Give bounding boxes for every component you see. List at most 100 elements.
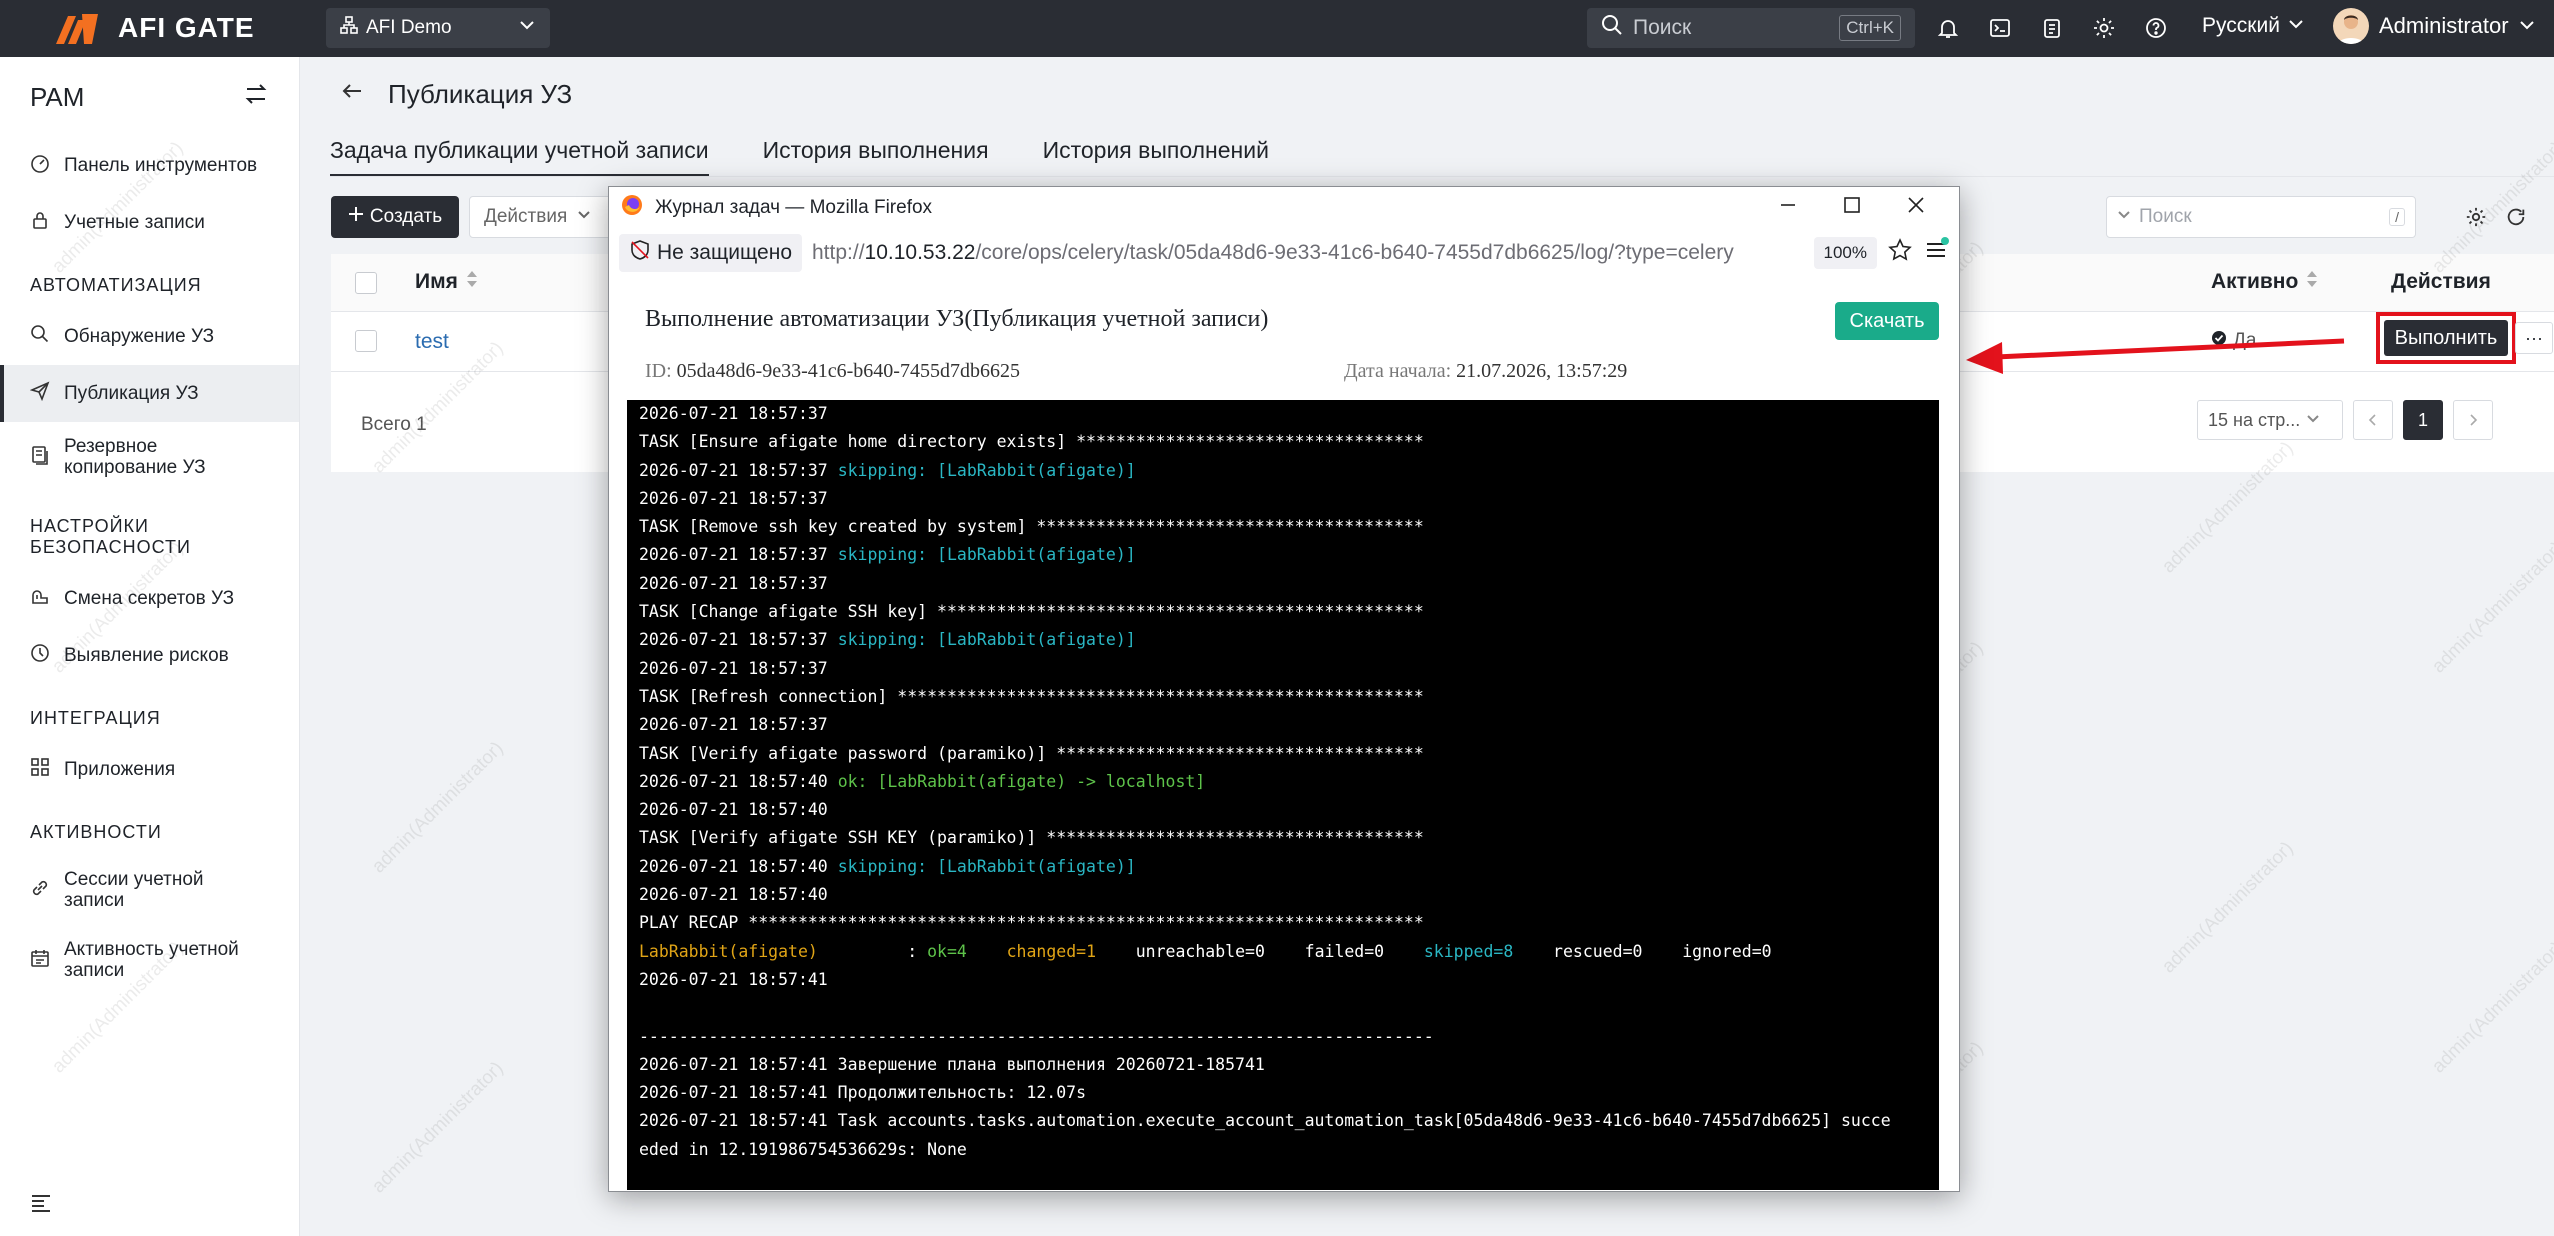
sidebar-item-label: Обнаружение УЗ (64, 325, 215, 347)
column-actions: Действия (2391, 270, 2491, 293)
log-line: eded in 12.191986754536629s: None (639, 1139, 967, 1159)
search-icon (30, 324, 50, 350)
logo[interactable]: AFI GATE (52, 8, 255, 48)
log-line: 2026-07-21 18:57:40 (639, 885, 828, 905)
clipboard-icon[interactable] (2036, 12, 2068, 44)
more-actions-button[interactable]: ··· (2515, 322, 2553, 354)
prev-page-button[interactable] (2353, 400, 2393, 440)
zoom-indicator[interactable]: 100% (1813, 237, 1877, 269)
key-icon (30, 586, 50, 612)
row-name-link[interactable]: test (415, 330, 449, 354)
back-arrow-icon[interactable] (340, 79, 364, 110)
watermark: admin(Administrator) (368, 1057, 508, 1198)
not-secure-indicator[interactable]: Не защищено (619, 234, 802, 272)
select-all-checkbox[interactable] (355, 272, 377, 294)
collapse-menu-icon[interactable] (30, 1192, 52, 1220)
tab-execution-history[interactable]: История выполнения (763, 127, 989, 177)
sidebar-item-backup[interactable]: Резервное копирование УЗ (0, 422, 299, 492)
refresh-icon[interactable] (2501, 202, 2531, 232)
start-date-label: Дата начала: (1344, 360, 1452, 382)
log-line: 2026-07-21 18:57:41 Завершение плана вып… (639, 1054, 1265, 1074)
swap-icon[interactable] (243, 81, 269, 114)
url-path: /core/ops/celery/task/05da48d6-9e33-41c6… (975, 241, 1734, 264)
tab-publication-task[interactable]: Задача публикации учетной записи (330, 127, 709, 177)
close-icon[interactable] (1907, 196, 1925, 220)
help-icon[interactable] (2140, 12, 2172, 44)
chevron-down-icon (2519, 13, 2535, 39)
log-terminal[interactable]: 2026-07-21 18:57:37 TASK [Ensure afigate … (627, 400, 1939, 1190)
terminal-icon[interactable] (1984, 12, 2016, 44)
table-search-input[interactable]: Поиск / (2106, 196, 2416, 238)
firefox-popup-window: Журнал задач — Mozilla Firefox Не защище… (608, 186, 1960, 1192)
tabs-divider (330, 176, 2554, 177)
tab-executions-history[interactable]: История выполнений (1043, 127, 1269, 177)
sidebar-item-publication[interactable]: Публикация УЗ (0, 365, 299, 422)
url-text[interactable]: http://10.10.53.22/core/ops/celery/task/… (812, 241, 1734, 265)
popup-titlebar: Журнал задач — Mozilla Firefox (609, 187, 1959, 229)
sidebar-item-discovery[interactable]: Обнаружение УЗ (0, 308, 299, 365)
sidebar-item-account-activity[interactable]: Активность учетной записи (0, 925, 299, 995)
page-size-select[interactable]: 15 на стр... (2197, 400, 2343, 440)
gear-icon[interactable] (2088, 12, 2120, 44)
task-id-label: ID: (645, 360, 672, 382)
url-bar[interactable]: Не защищено http://10.10.53.22/core/ops/… (619, 229, 1949, 277)
send-icon (29, 381, 50, 407)
search-placeholder: Поиск (1633, 16, 1692, 39)
column-active[interactable]: Активно (2211, 270, 2318, 294)
chevron-right-icon (2467, 410, 2479, 431)
log-line: TASK [Verify afigate SSH KEY (paramiko)]… (639, 828, 1424, 848)
sidebar-item-label: Панель инструментов (64, 154, 258, 176)
log-line: 2026-07-21 18:57:37 (639, 658, 828, 678)
log-line: TASK [Ensure afigate home directory exis… (639, 432, 1424, 452)
column-name-label: Имя (415, 270, 458, 293)
chevron-down-icon (2288, 14, 2304, 38)
row-checkbox[interactable] (355, 330, 377, 352)
language-select[interactable]: Русский (2202, 14, 2304, 38)
log-line: 2026-07-21 18:57:37 (639, 715, 828, 735)
gear-icon[interactable] (2461, 202, 2491, 232)
sidebar-item-label: Учетные записи (64, 211, 205, 233)
sidebar-item-accounts[interactable]: Учетные записи (0, 194, 299, 251)
log-line: LabRabbit(afigate) : ok=4 changed=1 unre… (639, 941, 1772, 961)
window-controls (1779, 196, 1947, 220)
sidebar-item-label: Приложения (64, 758, 176, 780)
page-header: Публикация УЗ (340, 79, 572, 110)
log-line: 2026-07-21 18:57:37 skipping: [LabRabbit… (639, 460, 1136, 480)
global-search-input[interactable]: Поиск Ctrl+K (1587, 8, 1915, 48)
lock-icon (30, 210, 50, 236)
log-line: 2026-07-21 18:57:41 Task accounts.tasks.… (639, 1111, 1891, 1131)
log-line: 2026-07-21 18:57:41 Продолжительность: 1… (639, 1083, 1087, 1103)
page-number-button[interactable]: 1 (2403, 400, 2443, 440)
maximize-icon[interactable] (1843, 196, 1861, 220)
sidebar-item-account-sessions[interactable]: Сессии учетной записи (0, 855, 299, 925)
sort-icon (466, 270, 478, 294)
actions-dropdown[interactable]: Действия (469, 196, 619, 238)
firefox-icon (621, 194, 643, 222)
sidebar-item-label: Смена секретов УЗ (64, 587, 235, 609)
sidebar-item-risk-detection[interactable]: Выявление рисков (0, 627, 299, 684)
download-button[interactable]: Скачать (1835, 302, 1939, 340)
top-icons (1932, 12, 2172, 44)
create-button[interactable]: Создать (331, 196, 459, 238)
sidebar-item-secret-rotation[interactable]: Смена секретов УЗ (0, 570, 299, 627)
minimize-icon[interactable] (1779, 196, 1797, 220)
bookmark-star-icon[interactable] (1887, 237, 1913, 269)
pagination: 15 на стр... 1 (2197, 400, 2493, 440)
row-active-label: Да (2233, 330, 2257, 351)
task-id-value: 05da48d6-9e33-41c6-b640-7455d7db6625 (676, 360, 1020, 382)
next-page-button[interactable] (2453, 400, 2493, 440)
table-search-placeholder: Поиск (2139, 206, 2192, 227)
user-menu[interactable]: Administrator (2333, 8, 2535, 44)
bell-icon[interactable] (1932, 12, 1964, 44)
language-label: Русский (2202, 14, 2280, 37)
log-line: 2026-07-21 18:57:37 skipping: [LabRabbit… (639, 630, 1136, 650)
sidebar-item-dashboard[interactable]: Панель инструментов (0, 137, 299, 194)
sidebar-item-label: Активность учетной записи (64, 939, 239, 981)
log-line: 2026-07-21 18:57:37 (639, 573, 828, 593)
org-select[interactable]: AFI Demo (326, 8, 550, 48)
url-prefix: http:// (812, 241, 865, 264)
column-name[interactable]: Имя (415, 270, 478, 294)
sidebar-item-label: Публикация УЗ (64, 382, 199, 404)
sidebar-item-applications[interactable]: Приложения (0, 741, 299, 798)
app-menu-icon[interactable] (1923, 237, 1949, 269)
